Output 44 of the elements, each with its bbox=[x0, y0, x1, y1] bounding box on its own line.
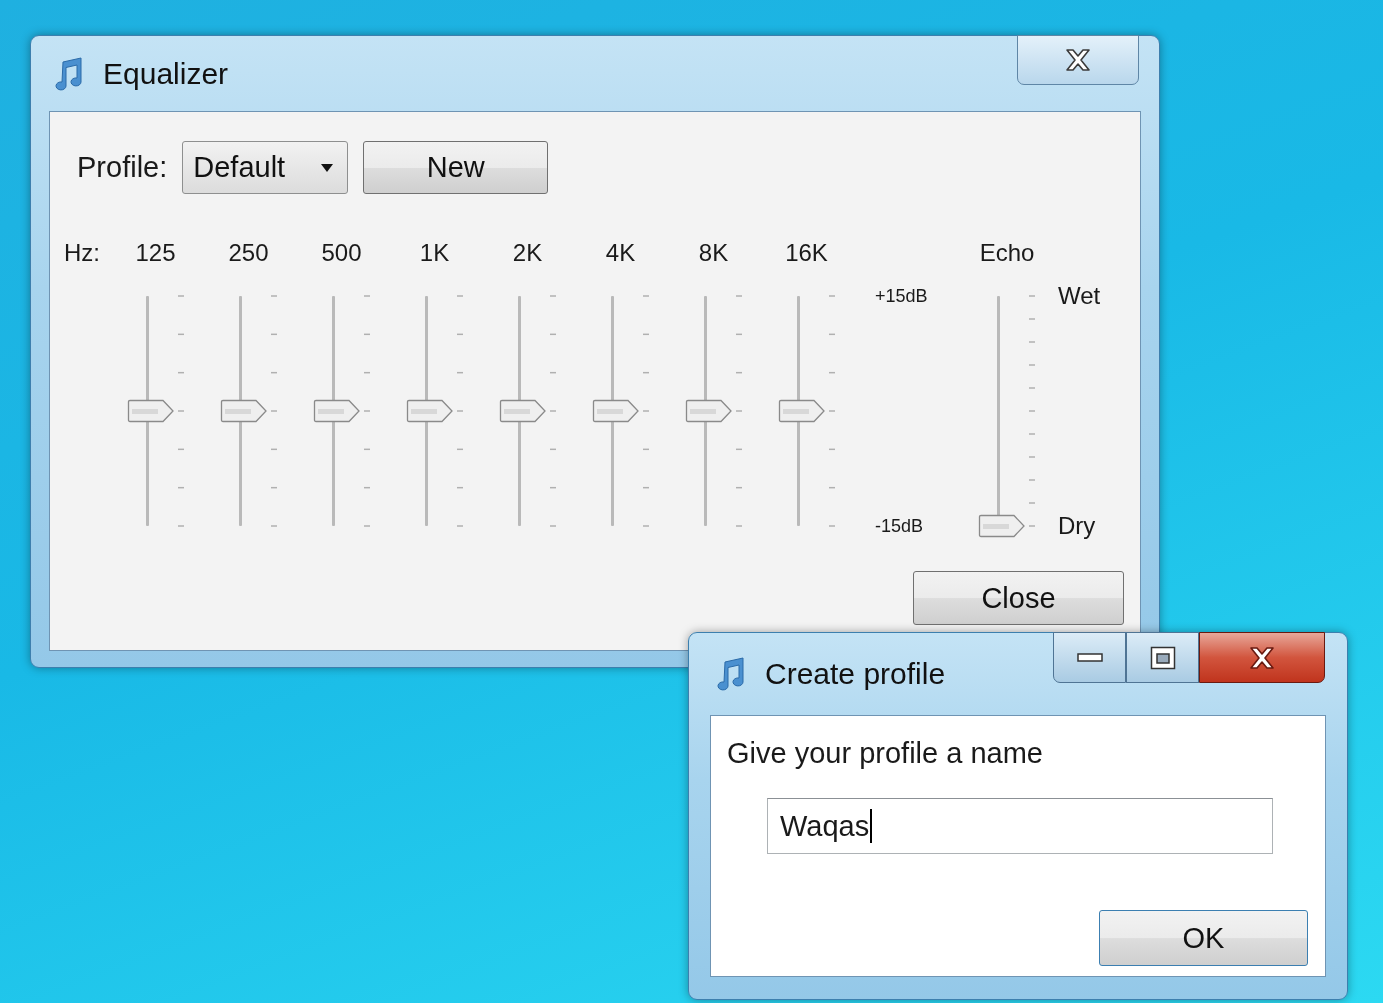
wet-label: Wet bbox=[1058, 284, 1101, 308]
dropdown-caret-icon bbox=[320, 162, 335, 173]
slider-thumb[interactable] bbox=[405, 399, 454, 423]
ok-button[interactable]: OK bbox=[1099, 910, 1308, 966]
slider-thumb[interactable] bbox=[684, 399, 733, 423]
frequency-label: 500 bbox=[321, 238, 362, 268]
frequency-label: 125 bbox=[135, 238, 176, 268]
profile-dropdown[interactable]: Default bbox=[182, 141, 349, 194]
slider-thumb[interactable] bbox=[591, 399, 640, 423]
minimize-icon bbox=[1076, 652, 1103, 663]
slider-thumb[interactable] bbox=[498, 399, 547, 423]
window-title: Create profile bbox=[765, 657, 946, 691]
frequency-label: 2K bbox=[512, 238, 543, 268]
slider-thumb[interactable] bbox=[126, 399, 175, 423]
frequency-label: 8K bbox=[698, 238, 729, 268]
scale-max-label: +15dB bbox=[875, 285, 928, 308]
close-icon bbox=[1248, 645, 1276, 670]
close-button[interactable] bbox=[1199, 632, 1325, 683]
prompt-text: Give your profile a name bbox=[727, 736, 1044, 770]
maximize-button[interactable] bbox=[1126, 632, 1199, 683]
frequency-label: 16K bbox=[785, 238, 828, 268]
frequency-label: 1K bbox=[419, 238, 450, 268]
frequency-label: 250 bbox=[228, 238, 269, 268]
frequency-label: 4K bbox=[605, 238, 636, 268]
maximize-icon bbox=[1149, 645, 1176, 670]
slider-thumb[interactable] bbox=[978, 514, 1026, 538]
music-note-icon bbox=[715, 656, 747, 692]
slider-thumb[interactable] bbox=[312, 399, 361, 423]
close-button[interactable]: Close bbox=[913, 571, 1124, 625]
scale-min-label: -15dB bbox=[875, 515, 925, 538]
close-button[interactable] bbox=[1017, 35, 1139, 85]
dropdown-value: Default bbox=[193, 151, 286, 184]
window-title: Equalizer bbox=[103, 56, 229, 91]
music-note-icon bbox=[53, 55, 85, 92]
slider-thumb[interactable] bbox=[777, 399, 826, 423]
echo-label: Echo bbox=[979, 238, 1035, 268]
slider-thumb[interactable] bbox=[219, 399, 268, 423]
new-button[interactable]: New bbox=[363, 141, 549, 194]
hz-label: Hz: bbox=[64, 238, 100, 268]
profile-label: Profile: bbox=[77, 151, 168, 184]
input-field[interactable]: Waqas bbox=[767, 798, 1273, 854]
close-icon bbox=[1064, 48, 1092, 72]
minimize-button[interactable] bbox=[1053, 632, 1126, 683]
dry-label: Dry bbox=[1058, 514, 1097, 538]
